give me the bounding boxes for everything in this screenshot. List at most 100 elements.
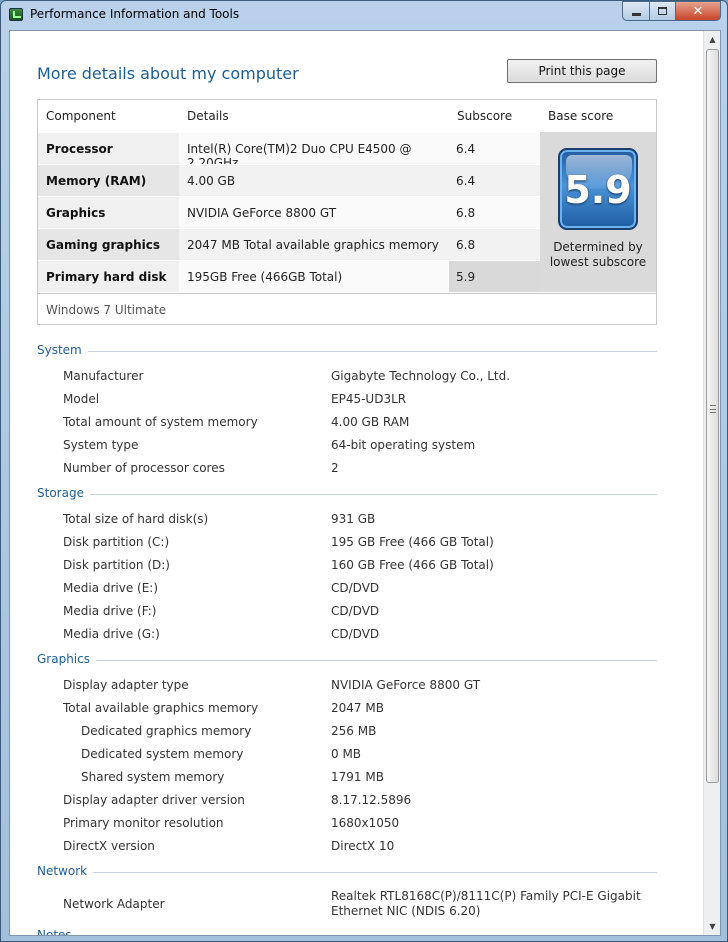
score-table-header: Component Details Subscore Base score [38, 100, 656, 132]
component-subscore: 6.4 [449, 133, 540, 164]
close-button[interactable]: ✕ [675, 1, 721, 21]
os-edition: Windows 7 Ultimate [38, 293, 656, 324]
header-component: Component [46, 109, 116, 123]
header-base-score: Base score [548, 109, 614, 123]
base-score-panel: 5.9 Determined by lowest subscore [540, 132, 656, 292]
property-label: Model [63, 392, 100, 406]
base-score-value: 5.9 [564, 168, 632, 212]
property-label: Number of processor cores [63, 461, 225, 475]
component-subscore: 6.8 [449, 197, 540, 228]
component-name: Primary hard disk [46, 270, 167, 284]
section-title: System [37, 343, 88, 357]
component-name: Gaming graphics [46, 238, 160, 252]
section-divider [37, 351, 657, 352]
page-title: More details about my computer [37, 64, 299, 83]
minimize-button[interactable] [622, 1, 649, 21]
property-value: EP45-UD3LR [331, 392, 407, 406]
scroll-thumb[interactable] [706, 49, 719, 783]
property-value: 195 GB Free (466 GB Total) [331, 535, 494, 549]
property-value: Gigabyte Technology Co., Ltd. [331, 369, 511, 383]
section-title: Notes [37, 928, 78, 935]
window-title: Performance Information and Tools [30, 7, 240, 21]
section-divider [37, 872, 657, 873]
property-label: Network Adapter [63, 897, 165, 911]
close-icon: ✕ [692, 3, 704, 19]
maximize-button[interactable] [649, 1, 675, 21]
property-value: NVIDIA GeForce 8800 GT [331, 678, 481, 692]
property-value: 0 MB [331, 747, 362, 761]
property-value: 8.17.12.5896 [331, 793, 412, 807]
property-label: Display adapter driver version [63, 793, 245, 807]
property-value: Realtek RTL8168C(P)/8111C(P) Family PCI-… [331, 889, 641, 918]
maximize-icon [658, 7, 667, 15]
property-value: 256 MB [331, 724, 377, 738]
property-value: CD/DVD [331, 604, 380, 618]
section-system: System [37, 343, 657, 359]
grip-icon [710, 405, 716, 413]
property-label: Media drive (F:) [63, 604, 157, 618]
component-details: 195GB Free (466GB Total) [179, 261, 449, 292]
print-page-button[interactable]: Print this page [507, 59, 657, 83]
property-value: 1680x1050 [331, 816, 400, 830]
vertical-scrollbar[interactable]: ▲ ▼ [703, 31, 720, 935]
property-label: Media drive (E:) [63, 581, 159, 595]
property-label: Dedicated graphics memory [81, 724, 252, 738]
score-table: Component Details Subscore Base score Pr… [37, 99, 657, 325]
property-label: System type [63, 438, 139, 452]
component-name: Processor [46, 142, 113, 156]
section-divider [37, 494, 657, 495]
property-value: 931 GB [331, 512, 376, 526]
component-details: 4.00 GB [179, 165, 449, 196]
component-subscore: 6.8 [449, 229, 540, 260]
property-value: 160 GB Free (466 GB Total) [331, 558, 494, 572]
property-value: 1791 MB [331, 770, 384, 784]
property-label: Total size of hard disk(s) [63, 512, 209, 526]
base-score-badge-icon: 5.9 [558, 148, 638, 230]
section-title: Storage [37, 486, 90, 500]
score-row-primary-hard-disk: Primary hard disk 195GB Free (466GB Tota… [38, 260, 540, 292]
property-label: Total available graphics memory [63, 701, 259, 715]
performance-app-icon [9, 8, 23, 21]
property-label: Dedicated system memory [81, 747, 244, 761]
component-name: Graphics [46, 206, 106, 220]
component-details: NVIDIA GeForce 8800 GT [179, 197, 449, 228]
details-page: More details about my computer Print thi… [10, 31, 704, 935]
component-details: 2047 MB Total available graphics memory [179, 229, 449, 260]
component-name: Memory (RAM) [46, 174, 147, 188]
section-graphics: Graphics [37, 652, 657, 668]
score-row-processor: Processor Intel(R) Core(TM)2 Duo CPU E45… [38, 132, 540, 170]
property-value: CD/DVD [331, 627, 380, 641]
window-controls: ✕ [622, 1, 721, 21]
property-label: Total amount of system memory [63, 415, 258, 429]
minimize-icon [631, 12, 641, 16]
property-label: DirectX version [63, 839, 155, 853]
property-value: DirectX 10 [331, 839, 395, 853]
property-label: Primary monitor resolution [63, 816, 224, 830]
window-frame: Performance Information and Tools ✕ More… [0, 0, 728, 942]
header-details: Details [187, 109, 229, 123]
section-network: Network [37, 864, 657, 880]
section-notes-partial: Notes [37, 928, 657, 935]
property-label: Shared system memory [81, 770, 225, 784]
title-bar[interactable]: Performance Information and Tools ✕ [1, 1, 727, 29]
component-subscore: 5.9 [449, 261, 540, 292]
property-value: 2 [331, 461, 339, 475]
score-row-memory: Memory (RAM) 4.00 GB 6.4 [38, 164, 540, 196]
property-value: 4.00 GB RAM [331, 415, 410, 429]
property-label: Disk partition (D:) [63, 558, 170, 572]
property-label: Media drive (G:) [63, 627, 160, 641]
component-details: Intel(R) Core(TM)2 Duo CPU E4500 @ 2.20G… [179, 133, 449, 170]
client-area: More details about my computer Print thi… [9, 30, 721, 936]
property-label: Manufacturer [63, 369, 144, 383]
section-title: Graphics [37, 652, 96, 666]
section-storage: Storage [37, 486, 657, 502]
property-label: Display adapter type [63, 678, 189, 692]
scroll-down-arrow-icon[interactable]: ▼ [705, 918, 720, 935]
property-value: CD/DVD [331, 581, 380, 595]
component-subscore: 6.4 [449, 165, 540, 196]
base-score-note: Determined by lowest subscore [549, 240, 647, 269]
section-divider [37, 660, 657, 661]
score-row-graphics: Graphics NVIDIA GeForce 8800 GT 6.8 [38, 196, 540, 228]
scroll-up-arrow-icon[interactable]: ▲ [705, 31, 720, 48]
score-row-gaming-graphics: Gaming graphics 2047 MB Total available … [38, 228, 540, 260]
